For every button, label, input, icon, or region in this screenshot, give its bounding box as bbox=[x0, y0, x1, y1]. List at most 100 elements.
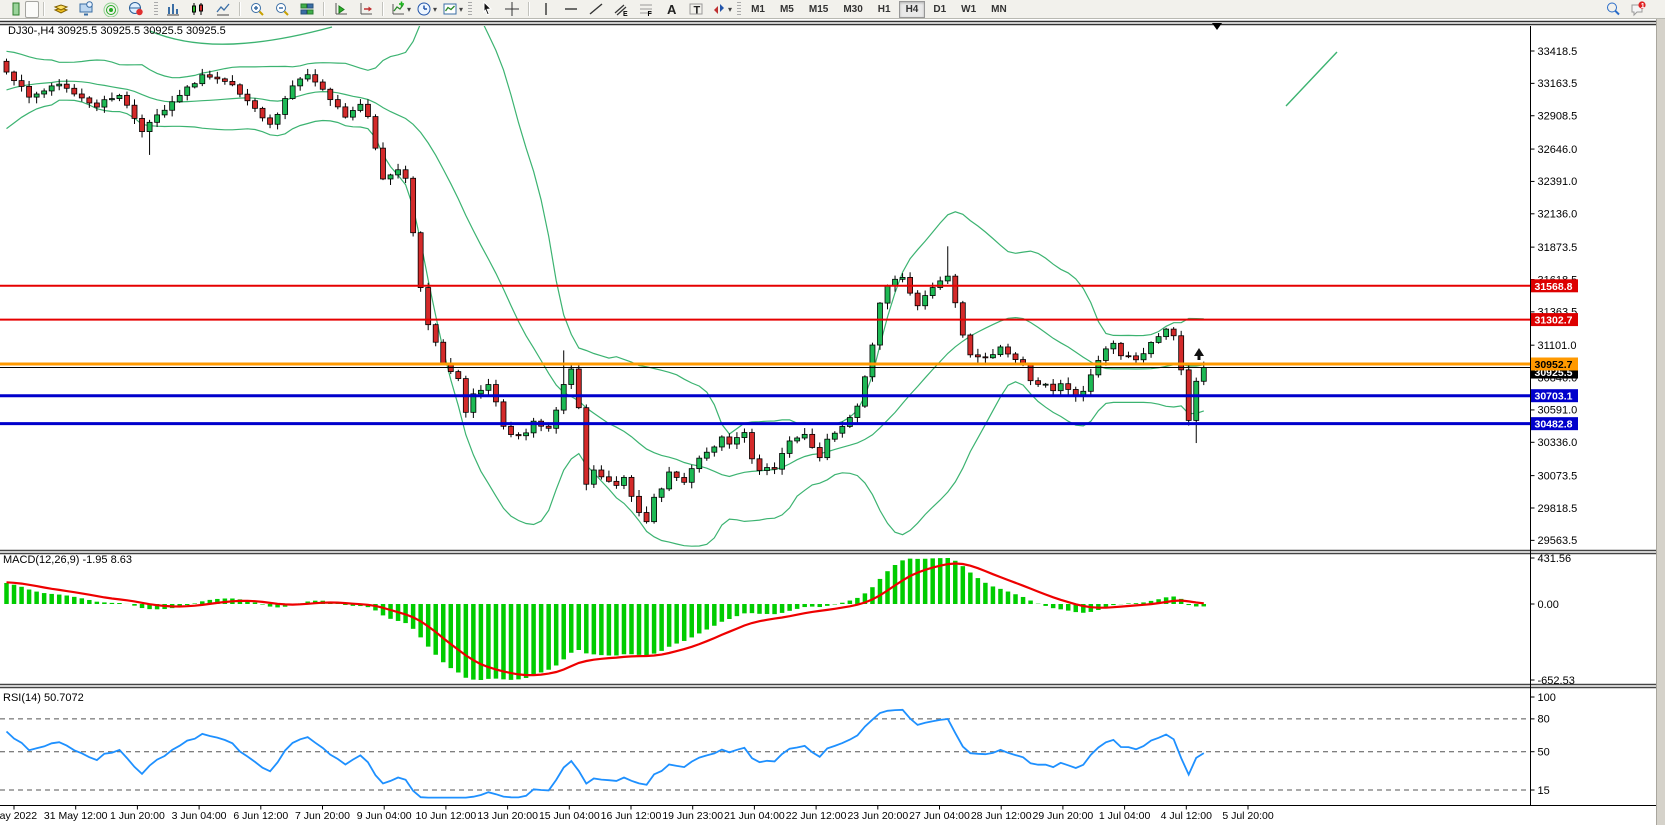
svg-text:T: T bbox=[694, 5, 701, 17]
svg-text:15: 15 bbox=[1538, 785, 1550, 797]
timeframe-button-d1[interactable]: D1 bbox=[926, 1, 953, 18]
main-toolbar: ▾ ▾ ▾ E F A T ▾ M1M5M15M30H1H4D1W1MN 1 bbox=[0, 0, 1665, 19]
arrows-button[interactable]: ▾ bbox=[709, 0, 734, 18]
crosshair-button[interactable] bbox=[500, 0, 524, 18]
rsi-label: RSI(14) 50.7072 bbox=[3, 692, 84, 704]
bar-chart-button[interactable] bbox=[161, 0, 185, 18]
timeframe-button-w1[interactable]: W1 bbox=[954, 1, 983, 18]
horizontal-line-button[interactable] bbox=[559, 0, 583, 18]
svg-text:13 Jun 20:00: 13 Jun 20:00 bbox=[477, 810, 538, 822]
svg-text:33418.5: 33418.5 bbox=[1538, 46, 1578, 58]
crosshair-icon bbox=[504, 1, 520, 17]
toolbar-separator bbox=[43, 2, 45, 16]
svg-text:1: 1 bbox=[1641, 1, 1645, 10]
timeframe-button-h1[interactable]: H1 bbox=[871, 1, 898, 18]
partial-icon bbox=[4, 1, 20, 17]
svg-text:31101.0: 31101.0 bbox=[1538, 340, 1577, 352]
text-label-button[interactable]: T bbox=[684, 0, 708, 18]
svg-text:4 Jul 12:00: 4 Jul 12:00 bbox=[1161, 810, 1213, 822]
new-order-button[interactable] bbox=[25, 1, 39, 18]
svg-text:May 2022: May 2022 bbox=[0, 810, 37, 822]
timeframe-button-m30[interactable]: M30 bbox=[836, 1, 869, 18]
toolbar-grip-handle[interactable] bbox=[468, 2, 472, 16]
toolbar-separator bbox=[382, 2, 384, 16]
tile-windows-button[interactable] bbox=[295, 0, 319, 18]
vertical-line-button[interactable] bbox=[534, 0, 558, 18]
text-button[interactable]: A bbox=[659, 0, 683, 18]
mt4-terminal-window: ▾▾▾EFAT▾M1M5M15M30H1H4D1W1MN1 33418.5331… bbox=[0, 0, 1665, 825]
svg-text:29563.5: 29563.5 bbox=[1538, 535, 1578, 547]
chat-button[interactable]: 1 bbox=[1626, 0, 1650, 18]
fibonacci-button[interactable]: F bbox=[634, 0, 658, 18]
cursor-button[interactable] bbox=[475, 0, 499, 18]
auto-scroll-button[interactable] bbox=[329, 0, 353, 18]
zoom-out-button[interactable] bbox=[270, 0, 294, 18]
periods-clock-icon bbox=[416, 1, 432, 17]
svg-text:28 Jun 12:00: 28 Jun 12:00 bbox=[971, 810, 1032, 822]
equidistant-channel-button[interactable]: E bbox=[609, 0, 633, 18]
timeframe-button-m15[interactable]: M15 bbox=[802, 1, 835, 18]
zoom-in-button[interactable] bbox=[245, 0, 269, 18]
gold-button[interactable] bbox=[49, 0, 73, 18]
svg-text:33163.5: 33163.5 bbox=[1538, 78, 1578, 90]
svg-text:22 Jun 12:00: 22 Jun 12:00 bbox=[786, 810, 847, 822]
dropdown-arrow-icon[interactable]: ▾ bbox=[459, 5, 463, 14]
svg-text:30952.7: 30952.7 bbox=[1535, 359, 1573, 371]
arrows-icon bbox=[711, 1, 727, 17]
svg-text:31 May 12:00: 31 May 12:00 bbox=[44, 810, 108, 822]
dropdown-arrow-icon[interactable]: ▾ bbox=[407, 5, 411, 14]
indicators-icon bbox=[390, 1, 406, 17]
toolbar-grip-handle[interactable] bbox=[737, 2, 741, 16]
timeframe-button-h4[interactable]: H4 bbox=[899, 1, 926, 18]
window-right-edge bbox=[1656, 0, 1665, 825]
terminal-button[interactable] bbox=[74, 0, 98, 18]
svg-text:9 Jun 04:00: 9 Jun 04:00 bbox=[357, 810, 412, 822]
svg-text:80: 80 bbox=[1538, 714, 1550, 726]
zoom-out-icon bbox=[274, 1, 290, 17]
dropdown-arrow-icon[interactable]: ▾ bbox=[728, 5, 732, 14]
svg-text:F: F bbox=[648, 11, 653, 17]
indicators-button[interactable]: ▾ bbox=[388, 0, 413, 18]
autotrading-globe-icon bbox=[128, 1, 144, 17]
svg-text:431.56: 431.56 bbox=[1538, 553, 1572, 565]
candlestick-chart-button[interactable] bbox=[186, 0, 210, 18]
svg-text:1 Jul 04:00: 1 Jul 04:00 bbox=[1099, 810, 1151, 822]
partial-button bbox=[0, 0, 24, 18]
timeframe-button-mn[interactable]: MN bbox=[984, 1, 1014, 18]
svg-text:30073.5: 30073.5 bbox=[1538, 470, 1578, 482]
svg-text:31568.8: 31568.8 bbox=[1535, 281, 1573, 293]
svg-text:31873.5: 31873.5 bbox=[1538, 242, 1578, 254]
svg-text:7 Jun 20:00: 7 Jun 20:00 bbox=[295, 810, 350, 822]
signals-button[interactable] bbox=[99, 0, 123, 18]
terminal-icon bbox=[78, 1, 94, 17]
templates-icon bbox=[442, 1, 458, 17]
dropdown-arrow-icon[interactable]: ▾ bbox=[433, 5, 437, 14]
trendline-button[interactable] bbox=[584, 0, 608, 18]
svg-text:29 Jun 20:00: 29 Jun 20:00 bbox=[1033, 810, 1094, 822]
svg-text:32908.5: 32908.5 bbox=[1538, 111, 1578, 123]
svg-text:30591.0: 30591.0 bbox=[1538, 405, 1578, 417]
fibonacci-icon: F bbox=[638, 1, 654, 17]
search-button[interactable] bbox=[1601, 0, 1625, 18]
auto-trading-button[interactable] bbox=[124, 1, 151, 17]
svg-text:30482.8: 30482.8 bbox=[1535, 419, 1573, 431]
svg-text:10 Jun 12:00: 10 Jun 12:00 bbox=[416, 810, 477, 822]
svg-text:31302.7: 31302.7 bbox=[1535, 315, 1573, 327]
timeframe-button-m1[interactable]: M1 bbox=[744, 1, 772, 18]
symbol-ohlc-label: DJ30-,H4 30925.5 30925.5 30925.5 30925.5 bbox=[8, 25, 226, 37]
periods-clock-button[interactable]: ▾ bbox=[414, 0, 439, 18]
candlestick-chart-icon bbox=[190, 1, 206, 17]
templates-button[interactable]: ▾ bbox=[440, 0, 465, 18]
svg-text:32646.0: 32646.0 bbox=[1538, 144, 1578, 156]
svg-text:3 Jun 04:00: 3 Jun 04:00 bbox=[172, 810, 227, 822]
tile-windows-icon bbox=[299, 1, 315, 17]
timeframe-button-m5[interactable]: M5 bbox=[773, 1, 801, 18]
svg-text:A: A bbox=[667, 2, 677, 17]
svg-text:19 Jun 23:00: 19 Jun 23:00 bbox=[662, 810, 723, 822]
vertical-line-icon bbox=[538, 1, 554, 17]
svg-text:E: E bbox=[623, 11, 628, 17]
chart-shift-button[interactable] bbox=[354, 0, 378, 18]
toolbar-grip-handle[interactable] bbox=[154, 2, 158, 16]
chart-canvas[interactable]: 33418.533163.532908.532646.032391.032136… bbox=[0, 0, 1665, 825]
line-chart-button[interactable] bbox=[211, 0, 235, 18]
